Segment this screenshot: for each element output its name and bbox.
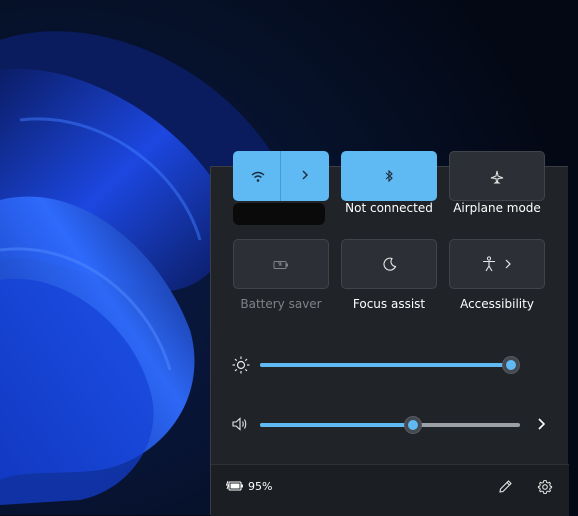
wifi-tile-divider xyxy=(280,151,281,201)
volume-slider[interactable] xyxy=(260,417,520,433)
accessibility-tile-label: Accessibility xyxy=(460,297,534,311)
speaker-icon xyxy=(232,417,247,431)
volume-slider-thumb[interactable] xyxy=(405,417,422,433)
battery-saver-tile-label: Battery saver xyxy=(240,297,322,311)
battery-saver-tile[interactable] xyxy=(233,239,329,289)
accessibility-icon xyxy=(483,256,495,272)
battery-saver-icon xyxy=(273,261,288,269)
gear-icon[interactable] xyxy=(537,479,553,495)
bluetooth-tile-label: Not connected xyxy=(345,201,433,215)
moon-icon xyxy=(383,257,397,271)
redacted-network-name xyxy=(233,203,325,225)
battery-charging-icon[interactable] xyxy=(226,480,244,492)
focus-assist-tile-label: Focus assist xyxy=(352,297,426,311)
quick-settings-panel: Not connected Airplane mode Battery save… xyxy=(210,151,569,516)
volume-mixer-chevron-icon[interactable] xyxy=(536,417,546,431)
bluetooth-tile[interactable] xyxy=(341,151,437,201)
airplane-icon xyxy=(490,170,504,184)
chevron-right-icon[interactable] xyxy=(301,170,309,180)
sun-icon xyxy=(232,356,250,374)
wifi-tile[interactable] xyxy=(233,151,329,201)
bluetooth-icon xyxy=(385,170,393,182)
brightness-slider[interactable] xyxy=(260,357,520,373)
accessibility-tile[interactable] xyxy=(449,239,545,289)
wifi-icon xyxy=(251,171,265,182)
focus-assist-tile[interactable] xyxy=(341,239,437,289)
battery-percentage[interactable]: 95% xyxy=(248,480,272,493)
chevron-right-icon[interactable] xyxy=(504,259,512,269)
pencil-icon[interactable] xyxy=(497,479,513,495)
volume-slider-fill xyxy=(260,423,414,427)
brightness-slider-fill xyxy=(260,363,512,367)
quick-settings-footer: 95% xyxy=(211,464,569,516)
airplane-mode-tile[interactable] xyxy=(449,151,545,201)
airplane-mode-tile-label: Airplane mode xyxy=(453,201,541,215)
brightness-slider-thumb[interactable] xyxy=(503,357,520,373)
